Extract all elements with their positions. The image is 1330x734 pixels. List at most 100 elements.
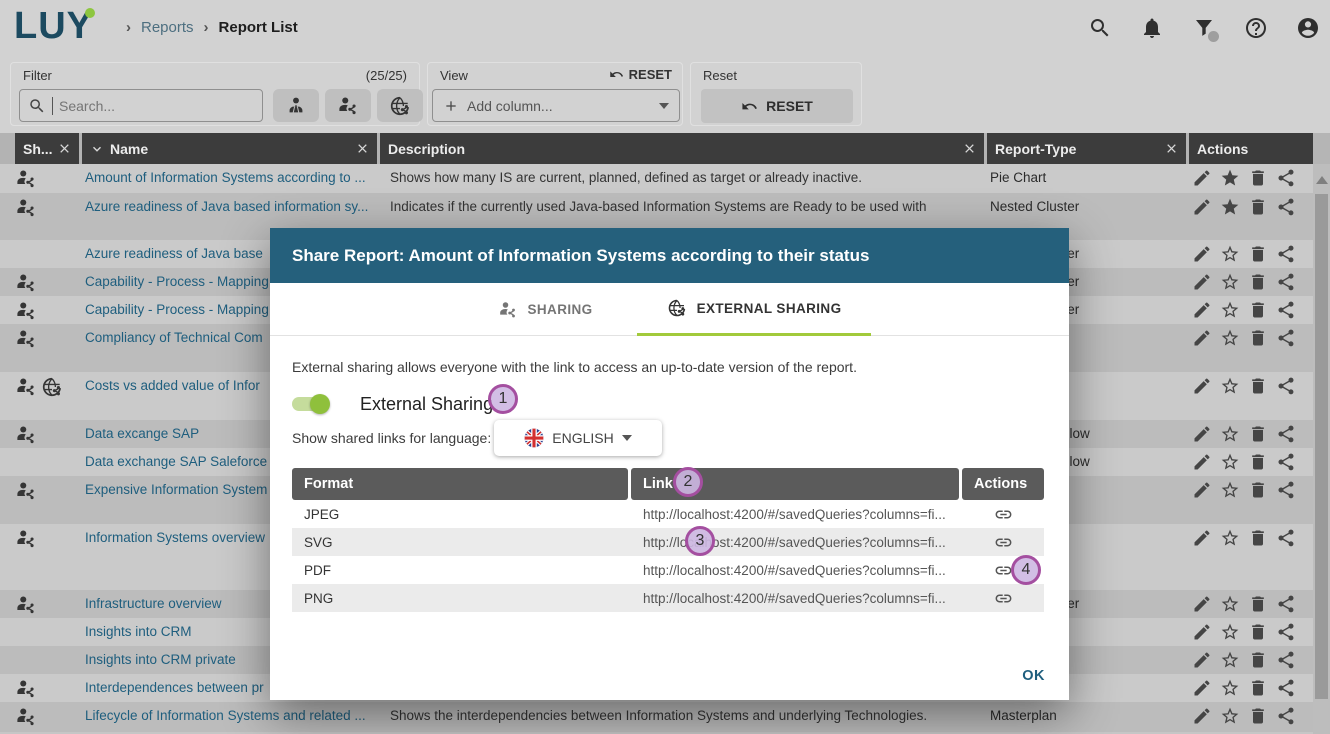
delete-icon[interactable] bbox=[1248, 452, 1268, 472]
my-reports-button[interactable] bbox=[273, 89, 319, 122]
tab-sharing[interactable]: SHARING bbox=[468, 283, 623, 336]
favorite-star-icon[interactable] bbox=[1220, 528, 1240, 548]
delete-icon[interactable] bbox=[1248, 300, 1268, 320]
close-icon[interactable] bbox=[1165, 142, 1178, 155]
sort-chevron-down-icon[interactable] bbox=[90, 142, 104, 156]
scrollbar-thumb[interactable] bbox=[1315, 194, 1328, 699]
edit-icon[interactable] bbox=[1192, 706, 1212, 726]
favorite-star-icon[interactable] bbox=[1220, 452, 1240, 472]
edit-icon[interactable] bbox=[1192, 328, 1212, 348]
delete-icon[interactable] bbox=[1248, 594, 1268, 614]
copy-link-icon[interactable] bbox=[994, 589, 1013, 608]
language-dropdown[interactable]: ENGLISH bbox=[494, 420, 662, 456]
close-icon[interactable] bbox=[356, 142, 369, 155]
favorite-star-icon[interactable] bbox=[1220, 594, 1240, 614]
search-input[interactable] bbox=[59, 98, 239, 114]
share-icon[interactable] bbox=[1276, 706, 1296, 726]
close-icon[interactable] bbox=[963, 142, 976, 155]
share-icon[interactable] bbox=[1276, 168, 1296, 188]
edit-icon[interactable] bbox=[1192, 424, 1212, 444]
share-icon[interactable] bbox=[1276, 328, 1296, 348]
shared-link-url[interactable]: http://localhost:4200/#/savedQueries?col… bbox=[631, 563, 962, 578]
delete-icon[interactable] bbox=[1248, 480, 1268, 500]
share-icon[interactable] bbox=[1276, 480, 1296, 500]
notifications-bell-icon[interactable] bbox=[1140, 16, 1164, 40]
share-icon[interactable] bbox=[1276, 300, 1296, 320]
share-icon[interactable] bbox=[1276, 594, 1296, 614]
share-icon[interactable] bbox=[1276, 376, 1296, 396]
edit-icon[interactable] bbox=[1192, 678, 1212, 698]
copy-link-icon[interactable] bbox=[994, 561, 1013, 580]
edit-icon[interactable] bbox=[1192, 528, 1212, 548]
delete-icon[interactable] bbox=[1248, 197, 1268, 217]
share-icon[interactable] bbox=[1276, 424, 1296, 444]
edit-icon[interactable] bbox=[1192, 244, 1212, 264]
edit-icon[interactable] bbox=[1192, 300, 1212, 320]
favorite-star-icon[interactable] bbox=[1220, 272, 1240, 292]
favorite-star-icon[interactable] bbox=[1220, 706, 1240, 726]
share-icon[interactable] bbox=[1276, 244, 1296, 264]
edit-icon[interactable] bbox=[1192, 480, 1212, 500]
delete-icon[interactable] bbox=[1248, 376, 1268, 396]
edit-icon[interactable] bbox=[1192, 622, 1212, 642]
view-reset-link[interactable]: RESET bbox=[609, 67, 672, 82]
favorite-star-icon[interactable] bbox=[1220, 300, 1240, 320]
favorite-star-icon[interactable] bbox=[1220, 376, 1240, 396]
delete-icon[interactable] bbox=[1248, 328, 1268, 348]
report-name-link[interactable]: Amount of Information Systems according … bbox=[85, 164, 383, 185]
edit-icon[interactable] bbox=[1192, 452, 1212, 472]
delete-icon[interactable] bbox=[1248, 272, 1268, 292]
ok-button[interactable]: OK bbox=[1022, 668, 1045, 684]
delete-icon[interactable] bbox=[1248, 622, 1268, 642]
app-logo[interactable]: LUY bbox=[14, 5, 93, 48]
delete-icon[interactable] bbox=[1248, 650, 1268, 670]
edit-icon[interactable] bbox=[1192, 376, 1212, 396]
shared-link-url[interactable]: http://localhost:4200/#/savedQueries?col… bbox=[631, 591, 962, 606]
external-sharing-toggle[interactable] bbox=[292, 397, 326, 411]
favorite-star-icon[interactable] bbox=[1220, 678, 1240, 698]
share-icon[interactable] bbox=[1276, 650, 1296, 670]
column-header-description[interactable]: Description bbox=[380, 133, 984, 164]
shared-reports-button[interactable] bbox=[325, 89, 371, 122]
edit-icon[interactable] bbox=[1192, 272, 1212, 292]
share-icon[interactable] bbox=[1276, 622, 1296, 642]
report-name-link[interactable]: Lifecycle of Information Systems and rel… bbox=[85, 702, 383, 723]
delete-icon[interactable] bbox=[1248, 528, 1268, 548]
tab-external-sharing[interactable]: EXTERNAL SHARING bbox=[637, 283, 872, 336]
delete-icon[interactable] bbox=[1248, 244, 1268, 264]
delete-icon[interactable] bbox=[1248, 678, 1268, 698]
share-icon[interactable] bbox=[1276, 678, 1296, 698]
scroll-up-arrow[interactable] bbox=[1316, 176, 1328, 184]
column-header-shared[interactable]: Sh... bbox=[15, 133, 79, 164]
help-icon[interactable] bbox=[1244, 16, 1268, 40]
column-header-name[interactable]: Name bbox=[82, 133, 377, 164]
favorite-star-icon[interactable] bbox=[1220, 424, 1240, 444]
external-shared-reports-button[interactable] bbox=[377, 89, 423, 122]
edit-icon[interactable] bbox=[1192, 197, 1212, 217]
copy-link-icon[interactable] bbox=[994, 505, 1013, 524]
share-icon[interactable] bbox=[1276, 272, 1296, 292]
favorite-star-icon[interactable] bbox=[1220, 168, 1240, 188]
share-icon[interactable] bbox=[1276, 528, 1296, 548]
favorite-star-icon[interactable] bbox=[1220, 328, 1240, 348]
favorite-star-icon[interactable] bbox=[1220, 650, 1240, 670]
vertical-scrollbar[interactable] bbox=[1313, 164, 1330, 734]
shared-link-url[interactable]: http://localhost:4200/#/savedQueries?col… bbox=[631, 507, 962, 522]
favorite-star-icon[interactable] bbox=[1220, 622, 1240, 642]
share-icon[interactable] bbox=[1276, 197, 1296, 217]
breadcrumb-reports[interactable]: Reports bbox=[141, 19, 194, 36]
add-column-dropdown[interactable]: Add column... bbox=[432, 89, 680, 122]
delete-icon[interactable] bbox=[1248, 168, 1268, 188]
edit-icon[interactable] bbox=[1192, 594, 1212, 614]
favorite-star-icon[interactable] bbox=[1220, 197, 1240, 217]
shared-link-url[interactable]: http://localhost:4200/#/savedQueries?col… bbox=[631, 535, 962, 550]
close-icon[interactable] bbox=[58, 142, 71, 155]
column-header-report-type[interactable]: Report-Type bbox=[987, 133, 1186, 164]
delete-icon[interactable] bbox=[1248, 424, 1268, 444]
account-icon[interactable] bbox=[1296, 16, 1320, 40]
favorite-star-icon[interactable] bbox=[1220, 480, 1240, 500]
delete-icon[interactable] bbox=[1248, 706, 1268, 726]
share-icon[interactable] bbox=[1276, 452, 1296, 472]
filter-funnel-icon[interactable] bbox=[1192, 16, 1216, 40]
edit-icon[interactable] bbox=[1192, 168, 1212, 188]
